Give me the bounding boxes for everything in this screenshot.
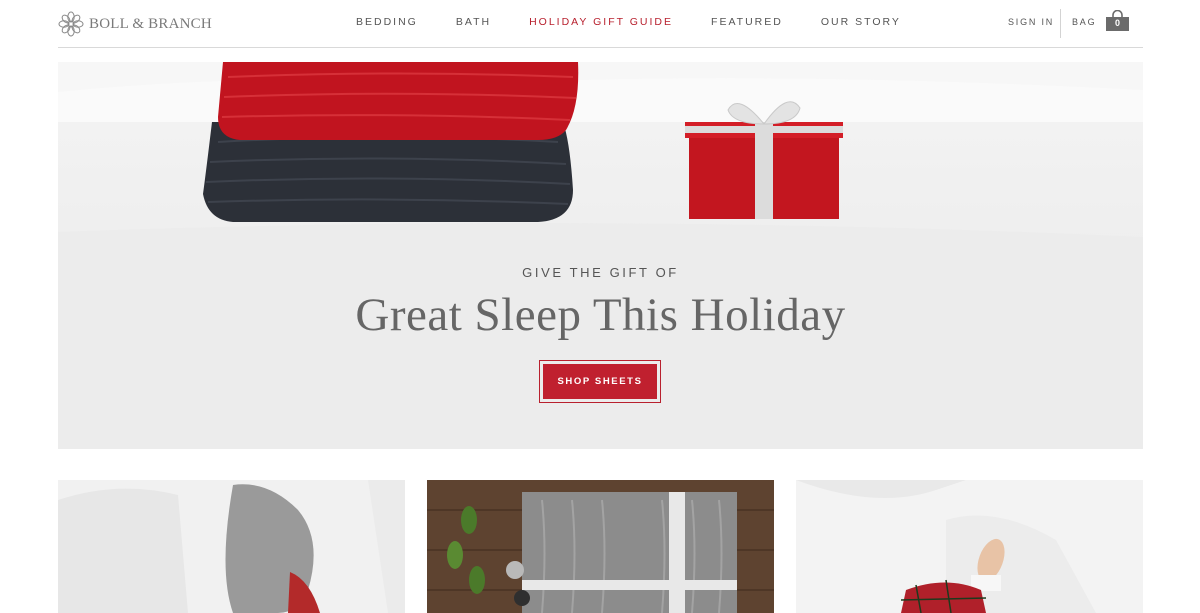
bag-link[interactable]: BAG xyxy=(1072,17,1096,27)
brand-name: BOLL & BRANCH xyxy=(89,15,212,32)
knit-throw-image xyxy=(427,480,774,613)
cta-frame: SHOP SHEETS xyxy=(539,360,661,403)
nav-item-bedding[interactable]: BEDDING xyxy=(356,16,418,28)
kids-sleepwear-image xyxy=(796,480,1143,613)
nav-item-featured[interactable]: FEATURED xyxy=(711,16,783,28)
main-nav: BEDDING BATH HOLIDAY GIFT GUIDE FEATURED… xyxy=(356,16,939,28)
hero-title: Great Sleep This Holiday xyxy=(355,289,846,341)
hero-eyebrow: GIVE THE GIFT OF xyxy=(522,265,679,280)
logo-flower-icon xyxy=(58,11,84,37)
header-divider xyxy=(1060,9,1061,38)
shop-sheets-button[interactable]: SHOP SHEETS xyxy=(543,364,657,399)
nav-item-holiday-gift-guide[interactable]: HOLIDAY GIFT GUIDE xyxy=(529,16,673,28)
site-header: BOLL & BRANCH BEDDING BATH HOLIDAY GIFT … xyxy=(58,0,1143,48)
tile-knit-throw[interactable] xyxy=(427,480,774,613)
tile-kids-sleepwear[interactable] xyxy=(796,480,1143,613)
pajamas-image xyxy=(58,480,405,613)
hero-banner: GIVE THE GIFT OF Great Sleep This Holida… xyxy=(58,62,1143,449)
bag-count-badge: 0 xyxy=(1114,18,1120,28)
brand-logo[interactable]: BOLL & BRANCH xyxy=(58,10,212,38)
sign-in-link[interactable]: SIGN IN xyxy=(1008,17,1054,27)
tile-pajamas[interactable] xyxy=(58,480,405,613)
nav-item-bath[interactable]: BATH xyxy=(456,16,491,28)
nav-item-our-story[interactable]: OUR STORY xyxy=(821,16,901,28)
